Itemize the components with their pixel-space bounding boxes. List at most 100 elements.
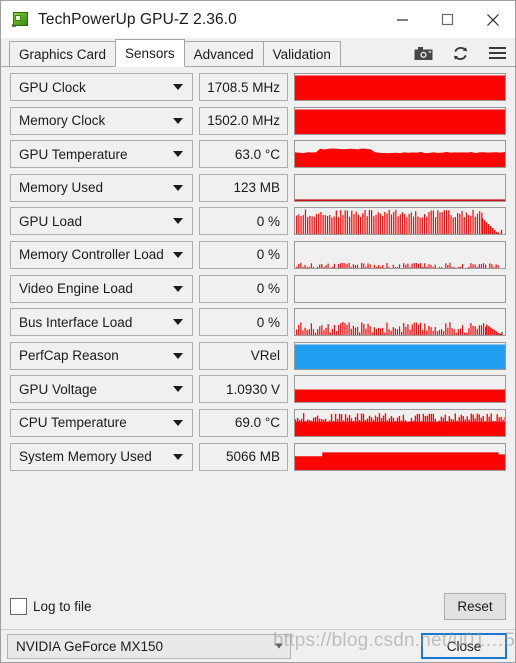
sensor-value-text: VRel — [250, 348, 280, 364]
sensor-value: VRel — [199, 341, 288, 370]
sensor-name-label: GPU Clock — [19, 79, 86, 95]
sensor-graph — [294, 442, 506, 471]
log-to-file-label: Log to file — [33, 598, 92, 614]
sensors-panel: GPU Clock 1708.5 MHz Memory Clock 1502.0 MH… — [1, 67, 515, 583]
menu-icon[interactable] — [487, 43, 507, 63]
sensor-name-dropdown[interactable]: Memory Controller Load — [10, 240, 193, 269]
sensor-row: System Memory Used 5066 MB — [10, 442, 506, 471]
sensor-value-text: 0 % — [256, 314, 280, 330]
sensor-row: Video Engine Load 0 % — [10, 274, 506, 303]
sensor-name-dropdown[interactable]: Memory Clock — [10, 106, 193, 135]
sensor-name-dropdown[interactable]: CPU Temperature — [10, 408, 193, 437]
sensor-row: GPU Clock 1708.5 MHz — [10, 73, 506, 101]
sensor-row: Bus Interface Load 0 % — [10, 308, 506, 337]
sensor-row: Memory Used 123 MB — [10, 173, 506, 202]
log-to-file-group[interactable]: Log to file — [10, 597, 92, 615]
sensor-value: 0 % — [199, 207, 288, 236]
sensor-graph — [294, 274, 506, 303]
chevron-down-icon — [173, 386, 183, 393]
sensor-graph — [294, 140, 506, 169]
sensor-name-dropdown[interactable]: GPU Clock — [10, 73, 193, 101]
tab-label: Validation — [272, 46, 331, 62]
tab-sensors[interactable]: Sensors — [115, 39, 185, 67]
bottom-bar: Log to file Reset — [1, 583, 515, 629]
sensor-row: GPU Voltage 1.0930 V — [10, 375, 506, 404]
chevron-down-icon — [173, 352, 183, 359]
sensor-name-dropdown[interactable]: Bus Interface Load — [10, 308, 193, 337]
sensor-graph — [294, 207, 506, 236]
sensor-row: Memory Clock 1502.0 MHz — [10, 106, 506, 135]
close-button[interactable]: Close — [421, 633, 507, 659]
sensor-name-label: GPU Voltage — [19, 381, 98, 397]
sensor-name-dropdown[interactable]: Memory Used — [10, 173, 193, 202]
chevron-down-icon — [173, 117, 183, 124]
sensor-rows: GPU Clock 1708.5 MHz Memory Clock 1502.0 MH… — [1, 73, 515, 471]
sensor-value: 123 MB — [199, 173, 288, 202]
sensor-graph — [294, 106, 506, 135]
sensor-value-text: 63.0 °C — [234, 146, 280, 162]
sensor-graph — [294, 73, 506, 101]
sensor-value: 0 % — [199, 240, 288, 269]
log-to-file-checkbox[interactable] — [10, 597, 27, 615]
tab-strip: Graphics Card Sensors Advanced Validatio… — [1, 38, 515, 67]
sensor-row: GPU Temperature 63.0 °C — [10, 140, 506, 169]
sensor-name-dropdown[interactable]: GPU Temperature — [10, 140, 193, 169]
sensor-row: CPU Temperature 69.0 °C — [10, 408, 506, 437]
sensor-graph — [294, 341, 506, 370]
sensor-value-text: 69.0 °C — [234, 415, 280, 431]
tab-label: Graphics Card — [19, 46, 107, 62]
chevron-down-icon — [173, 151, 183, 158]
gpu-select-dropdown[interactable]: NVIDIA GeForce MX150 — [7, 633, 291, 659]
chevron-down-icon — [173, 84, 183, 90]
sensor-name-label: System Memory Used — [19, 449, 152, 465]
sensor-value: 0 % — [199, 274, 288, 303]
sensor-name-label: PerfCap Reason — [19, 348, 119, 364]
sensor-name-label: Video Engine Load — [19, 281, 133, 297]
sensor-value: 63.0 °C — [199, 140, 288, 169]
sensor-name-label: GPU Temperature — [19, 146, 128, 162]
sensor-name-dropdown[interactable]: PerfCap Reason — [10, 341, 193, 370]
sensor-value: 1502.0 MHz — [199, 106, 288, 135]
sensor-graph — [294, 308, 506, 337]
sensor-row: GPU Load 0 % — [10, 207, 506, 236]
refresh-icon[interactable] — [450, 43, 470, 63]
maximize-icon[interactable] — [425, 1, 470, 38]
sensor-value: 5066 MB — [199, 442, 288, 471]
sensor-value: 0 % — [199, 308, 288, 337]
tab-validation[interactable]: Validation — [262, 41, 341, 66]
close-icon[interactable] — [470, 1, 515, 38]
tab-label: Sensors — [125, 45, 175, 61]
gpu-select-value: NVIDIA GeForce MX150 — [16, 638, 164, 654]
window-controls — [380, 1, 515, 38]
sensor-name-label: Memory Used — [19, 180, 104, 196]
camera-icon[interactable] — [413, 43, 433, 63]
window-title: TechPowerUp GPU-Z 2.36.0 — [38, 10, 237, 28]
chevron-down-icon — [173, 184, 183, 191]
chevron-down-icon — [173, 319, 183, 326]
sensor-name-dropdown[interactable]: System Memory Used — [10, 442, 193, 471]
reset-button[interactable]: Reset — [444, 592, 506, 620]
tab-graphics-card[interactable]: Graphics Card — [9, 41, 117, 66]
minimize-icon[interactable] — [380, 1, 425, 38]
sensor-value-text: 1708.5 MHz — [207, 79, 280, 95]
sensor-row: Memory Controller Load 0 % — [10, 240, 506, 269]
sensor-value-text: 0 % — [256, 281, 280, 297]
sensor-graph — [294, 173, 506, 202]
status-bar: NVIDIA GeForce MX150 Close — [1, 629, 515, 662]
sensor-name-dropdown[interactable]: GPU Load — [10, 207, 193, 236]
sensor-graph — [294, 240, 506, 269]
sensor-row: PerfCap Reason VRel — [10, 341, 506, 370]
sensor-name-label: Memory Controller Load — [19, 247, 164, 263]
sensor-value-text: 0 % — [256, 247, 280, 263]
toolbar-icons — [413, 43, 507, 63]
tab-advanced[interactable]: Advanced — [183, 41, 264, 66]
sensor-name-label: Memory Clock — [19, 113, 106, 129]
sensor-name-label: Bus Interface Load — [19, 314, 133, 330]
sensor-name-dropdown[interactable]: GPU Voltage — [10, 375, 193, 404]
chevron-down-icon — [173, 285, 183, 292]
chevron-down-icon — [173, 218, 183, 225]
chevron-down-icon — [173, 251, 183, 258]
sensor-name-label: CPU Temperature — [19, 415, 127, 431]
sensor-value-text: 5066 MB — [225, 449, 280, 465]
sensor-name-dropdown[interactable]: Video Engine Load — [10, 274, 193, 303]
